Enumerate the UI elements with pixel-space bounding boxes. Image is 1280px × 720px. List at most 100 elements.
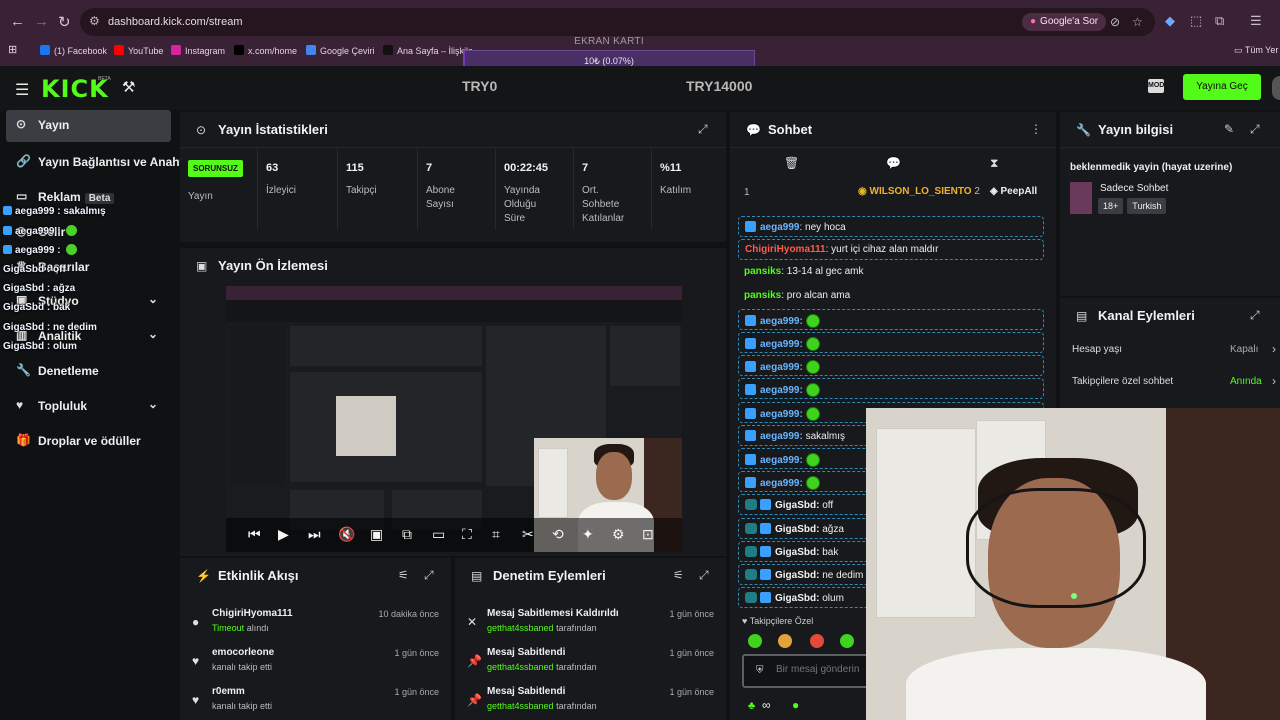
chat-username[interactable]: GigaSbd: (775, 524, 819, 535)
sidebar-item-label: Denetleme (38, 364, 99, 378)
edit-icon[interactable]: ✎ (1224, 122, 1234, 136)
expand-icon[interactable]: ⤢ (424, 568, 434, 583)
more-options-icon[interactable]: ⋮ (1030, 122, 1042, 136)
chat-username[interactable]: aega999: (760, 385, 803, 396)
trash-icon[interactable]: 🗑 (784, 156, 799, 170)
kick-coin-icon[interactable]: ● (792, 698, 799, 712)
chat-username[interactable]: ChigiriHyoma111 (745, 244, 826, 255)
apps-icon[interactable]: ⊞ (8, 43, 17, 56)
bookmark-instagram[interactable]: Instagram (171, 45, 225, 56)
chat-username[interactable]: aega999: (760, 339, 803, 350)
chat-message[interactable]: pansiks: 13-14 al gec amk (738, 262, 1044, 283)
expand-icon[interactable]: ⤢ (1250, 122, 1260, 137)
emote-icon[interactable] (810, 634, 824, 648)
chat-username[interactable]: pansiks (744, 266, 781, 277)
expand-icon[interactable]: ⤢ (699, 568, 709, 583)
shield-icon[interactable]: ⛨ (756, 665, 764, 676)
crown-icon: ◉ (858, 186, 870, 197)
chat-message[interactable]: pansiks: pro alcan ama (738, 286, 1044, 307)
google-ask-button[interactable]: ● Google'a Sor (1022, 13, 1107, 31)
hourglass-icon[interactable]: ⧗ (990, 156, 998, 171)
settings-icon[interactable]: ⚙ (612, 526, 625, 543)
theater-icon[interactable]: ⊡ (642, 526, 654, 543)
pip-icon[interactable]: ⧉ (402, 526, 412, 543)
all-bookmarks[interactable]: ▭ Tüm Yer (1234, 45, 1278, 56)
bookmark-x[interactable]: x.com/home (234, 45, 297, 56)
expand-icon[interactable]: ⤢ (698, 122, 708, 137)
reload-icon[interactable]: ↻ (58, 13, 71, 31)
chat-message[interactable]: aega999: (738, 378, 1044, 400)
star-icon[interactable]: ☆ (1132, 15, 1143, 29)
sub-badge-icon (745, 545, 757, 557)
extension-icon[interactable]: ◆ (1165, 13, 1175, 29)
play-icon[interactable]: ▶ (278, 526, 289, 543)
people-icon: ♣ (748, 700, 756, 712)
youtube-icon (114, 45, 124, 55)
sparkle-icon[interactable]: ✦ (582, 526, 594, 543)
extension-icon-2[interactable]: ⬚ (1190, 13, 1202, 29)
chat-username[interactable]: aega999: (760, 431, 803, 442)
sidebar-item-denetleme[interactable]: 🔧 Denetleme (0, 356, 178, 386)
camera-icon[interactable]: ▣ (370, 526, 383, 543)
chat-username[interactable]: GigaSbd: (775, 500, 819, 511)
hammer-icon[interactable]: ⚒ (122, 78, 135, 96)
emote-icon[interactable] (840, 634, 854, 648)
sidebar-item-droplar[interactable]: 🎁 Droplar ve ödüller (0, 426, 178, 456)
sidebar-item-topluluk[interactable]: ♥ Topluluk ⌄ (0, 391, 178, 421)
chat-message[interactable]: aega999: (738, 308, 1044, 330)
filter-icon[interactable]: ⚟ (673, 568, 684, 582)
chat-username[interactable]: aega999: (760, 409, 803, 420)
bookmark-facebook[interactable]: (1) Facebook (40, 45, 107, 56)
mod-badge-icon (745, 361, 756, 373)
menu-icon[interactable]: ☰ (1250, 13, 1262, 29)
site-info-icon[interactable]: ⚙ (89, 14, 100, 28)
filter-icon[interactable]: ⚟ (398, 568, 409, 582)
bookmark-youtube[interactable]: YouTube (114, 45, 163, 56)
go-live-button[interactable]: Yayına Geç (1183, 74, 1261, 100)
chat-username[interactable]: aega999: (760, 478, 803, 489)
mute-icon[interactable]: 🔇 (338, 526, 355, 543)
bookmark-google-translate[interactable]: Google Çeviri (306, 45, 375, 56)
goal-title: EKRAN KARTI (574, 36, 644, 47)
sidebar-item-link-key[interactable]: 🔗 Yayın Bağlantısı ve Anahtar (0, 147, 195, 177)
emote-icon[interactable] (778, 634, 792, 648)
chat-message[interactable]: aega999: ney hoca (738, 216, 1044, 237)
forward-icon[interactable]: ⏭ (308, 526, 321, 543)
address-bar[interactable]: ⚙ dashboard.kick.com/stream ● Google'a So… (80, 8, 1155, 36)
chat-bubble-icon[interactable]: 💬 (886, 156, 901, 170)
screenshot-icon[interactable]: ▭ (432, 526, 445, 543)
emote-icon[interactable] (748, 634, 762, 648)
avatar[interactable] (1272, 76, 1280, 100)
chat-username[interactable]: GigaSbd: (775, 593, 819, 604)
history-icon[interactable]: ⟲ (552, 526, 564, 543)
category-name[interactable]: Sadece Sohbet (1100, 183, 1168, 194)
rewind-icon[interactable]: ⏮ (248, 526, 261, 543)
preview-video[interactable]: ⏮ ▶ ⏭ 🔇 ▣ ⧉ ▭ ⛶ ⌗ ✂ ⟲ ✦ ⚙ ⊡ (226, 286, 682, 552)
expand-icon[interactable]: ⤢ (1250, 308, 1260, 323)
chat-username[interactable]: aega999: (760, 455, 803, 466)
chat-username[interactable]: pansiks (744, 290, 781, 301)
chat-username[interactable]: GigaSbd: (775, 547, 819, 558)
chat-message[interactable]: aega999: (738, 332, 1044, 353)
chat-message[interactable]: ChigiriHyoma111: yurt içi cihaz alan mal… (738, 239, 1044, 261)
crop-icon[interactable]: ⌗ (492, 526, 500, 543)
chat-username[interactable]: aega999: (760, 316, 803, 327)
fullscreen-icon[interactable]: ⛶ (462, 526, 472, 543)
bookmark-label: (1) Facebook (54, 46, 108, 56)
supporter-index: 1 (744, 187, 750, 198)
clip-icon[interactable]: ✂ (522, 526, 534, 543)
eye-off-icon[interactable]: ⊘ (1110, 15, 1120, 29)
mod-view-button[interactable]: MOD (1148, 79, 1164, 93)
channel-action-row[interactable]: Takipçilere özel sohbet Anında › (1072, 374, 1276, 406)
forward-icon[interactable]: → (34, 13, 49, 30)
sidebar-item-yayin[interactable]: ⊙ Yayın (6, 110, 171, 142)
chat-username[interactable]: aega999 (760, 222, 799, 233)
channel-action-row[interactable]: Hesap yaşı Kapalı › (1072, 342, 1276, 374)
chat-username[interactable]: GigaSbd: (775, 570, 819, 581)
overlay-chat-line: GigaSbd : olum (3, 341, 77, 352)
chat-username[interactable]: aega999: (760, 362, 803, 373)
chat-message[interactable]: aega999: (738, 355, 1044, 377)
extensions-puzzle-icon[interactable]: ⧉ (1215, 13, 1224, 29)
hamburger-menu-icon[interactable]: ☰ (15, 80, 29, 100)
back-icon[interactable]: ← (10, 13, 25, 30)
